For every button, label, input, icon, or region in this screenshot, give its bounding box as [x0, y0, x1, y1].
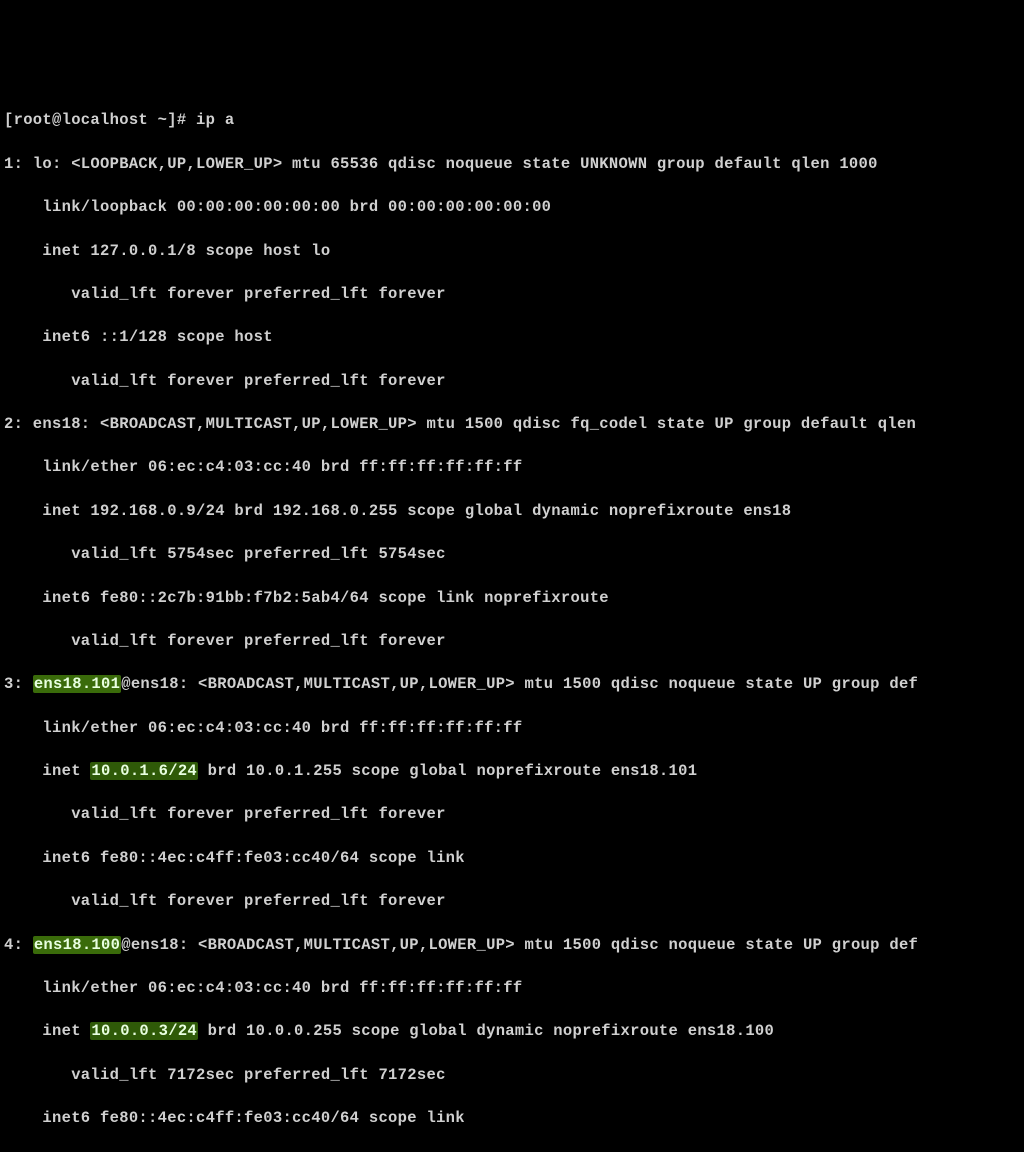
- iface-ens18-100-header: 4: ens18.100@ens18: <BROADCAST,MULTICAST…: [4, 935, 1020, 957]
- iface-ens18-100-valid: valid_lft 7172sec preferred_lft 7172sec: [4, 1065, 1020, 1087]
- iface-ens18-header: 2: ens18: <BROADCAST,MULTICAST,UP,LOWER_…: [4, 414, 1020, 436]
- terminal-output[interactable]: [root@localhost ~]# ip a 1: lo: <LOOPBAC…: [4, 89, 1020, 1152]
- iface-ens18-valid: valid_lft 5754sec preferred_lft 5754sec: [4, 544, 1020, 566]
- inet-addr-highlight: 10.0.0.3/24: [90, 1022, 198, 1040]
- iface-ens18-100-inet6: inet6 fe80::4ec:c4ff:fe03:cc40/64 scope …: [4, 1108, 1020, 1130]
- iface-index: 4:: [4, 936, 33, 954]
- iface-ens18-101-inet6: inet6 fe80::4ec:c4ff:fe03:cc40/64 scope …: [4, 848, 1020, 870]
- iface-ens18-101-valid: valid_lft forever preferred_lft forever: [4, 804, 1020, 826]
- iface-lo-header: 1: lo: <LOOPBACK,UP,LOWER_UP> mtu 65536 …: [4, 154, 1020, 176]
- inet-post: brd 10.0.0.255 scope global dynamic nopr…: [198, 1022, 774, 1040]
- iface-ens18-valid2: valid_lft forever preferred_lft forever: [4, 631, 1020, 653]
- iface-lo-valid: valid_lft forever preferred_lft forever: [4, 284, 1020, 306]
- iface-name-highlight: ens18.100: [33, 936, 121, 954]
- iface-ens18-101-valid2: valid_lft forever preferred_lft forever: [4, 891, 1020, 913]
- iface-lo-inet: inet 127.0.0.1/8 scope host lo: [4, 241, 1020, 263]
- iface-ens18-100-inet: inet 10.0.0.3/24 brd 10.0.0.255 scope gl…: [4, 1021, 1020, 1043]
- iface-name-highlight: ens18.101: [33, 675, 121, 693]
- inet-post: brd 10.0.1.255 scope global noprefixrout…: [198, 762, 697, 780]
- iface-ens18-101-inet: inet 10.0.1.6/24 brd 10.0.1.255 scope gl…: [4, 761, 1020, 783]
- iface-ens18-link: link/ether 06:ec:c4:03:cc:40 brd ff:ff:f…: [4, 457, 1020, 479]
- iface-index: 3:: [4, 675, 33, 693]
- iface-ens18-inet6: inet6 fe80::2c7b:91bb:f7b2:5ab4/64 scope…: [4, 588, 1020, 610]
- iface-ens18-100-link: link/ether 06:ec:c4:03:cc:40 brd ff:ff:f…: [4, 978, 1020, 1000]
- iface-ens18-101-header: 3: ens18.101@ens18: <BROADCAST,MULTICAST…: [4, 674, 1020, 696]
- iface-rest: @ens18: <BROADCAST,MULTICAST,UP,LOWER_UP…: [121, 675, 918, 693]
- iface-rest: @ens18: <BROADCAST,MULTICAST,UP,LOWER_UP…: [121, 936, 918, 954]
- iface-lo-inet6: inet6 ::1/128 scope host: [4, 327, 1020, 349]
- inet-pre: inet: [4, 1022, 90, 1040]
- iface-ens18-inet: inet 192.168.0.9/24 brd 192.168.0.255 sc…: [4, 501, 1020, 523]
- prompt-line: [root@localhost ~]# ip a: [4, 110, 1020, 132]
- iface-lo-link: link/loopback 00:00:00:00:00:00 brd 00:0…: [4, 197, 1020, 219]
- inet-pre: inet: [4, 762, 90, 780]
- shell-prompt: [root@localhost ~]#: [4, 111, 196, 129]
- iface-lo-valid2: valid_lft forever preferred_lft forever: [4, 371, 1020, 393]
- iface-ens18-101-link: link/ether 06:ec:c4:03:cc:40 brd ff:ff:f…: [4, 718, 1020, 740]
- command-text: ip a: [196, 111, 234, 129]
- iface-ens18-100-valid2: valid_lft forever preferred_lft forever: [4, 1151, 1020, 1152]
- inet-addr-highlight: 10.0.1.6/24: [90, 762, 198, 780]
